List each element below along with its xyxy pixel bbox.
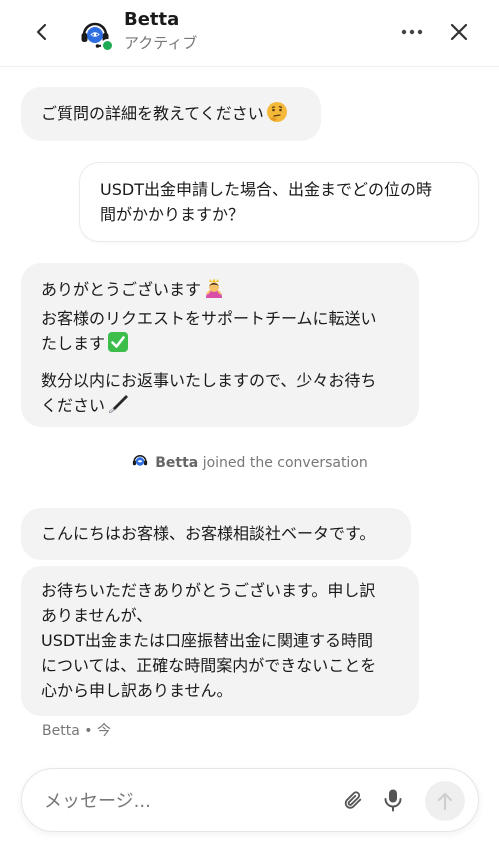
thinking-face-icon: [266, 101, 288, 130]
bot-message: ご質問の詳細を教えてください: [21, 87, 321, 141]
back-button[interactable]: [30, 20, 54, 44]
join-notice: Betta joined the conversation: [0, 452, 499, 474]
fountain-pen-icon: [107, 393, 129, 422]
chevron-left-icon: [36, 23, 47, 41]
check-mark-button-icon: [107, 331, 129, 360]
message-line: 間がかかりますか？: [100, 205, 245, 224]
bot-message: こんにちはお客様、お客様相談社ベータです。: [21, 508, 411, 560]
join-notice-name: Betta: [155, 455, 199, 471]
arrow-up-icon: [437, 792, 453, 811]
message-line: たします: [41, 334, 106, 353]
message-line: 数分以内にお返事いたしますので、少々お待ち: [41, 371, 377, 390]
message-meta: Betta • 今: [42, 720, 111, 740]
meta-time: 今: [96, 723, 111, 739]
message-line: USDT出金申請した場合、出金までどの位の時: [100, 180, 432, 199]
message-line: ありませんが、: [41, 606, 153, 625]
message-line: については、正確な時間案内ができないことを: [41, 656, 377, 675]
message-line: こんにちはお客様、お客様相談社ベータです。: [41, 524, 376, 543]
close-button[interactable]: [447, 20, 471, 44]
online-status-dot: [101, 39, 114, 52]
message-line: ください: [41, 396, 106, 415]
headset-agent-icon: [131, 452, 149, 474]
chat-header: Betta アクティブ: [0, 0, 499, 67]
join-notice-text: joined the conversation: [202, 455, 368, 471]
agent-name: Betta: [124, 9, 180, 30]
message-line: お客様のリクエストをサポートチームに転送い: [41, 309, 377, 328]
message-input[interactable]: [42, 785, 326, 817]
bot-message: お待ちいただきありがとうございます。申し訳 ありませんが、 USDT出金または口…: [21, 566, 419, 716]
more-options-button[interactable]: [399, 20, 425, 44]
bot-message: ありがとうございます お客様のリクエストをサポートチームに転送い たします 数分…: [21, 263, 419, 427]
voice-button[interactable]: [382, 788, 404, 812]
message-line: ありがとうございます: [41, 280, 202, 299]
more-horizontal-icon: [401, 29, 423, 35]
microphone-icon: [384, 789, 402, 812]
message-composer: [21, 768, 479, 832]
message-line: 心から申し訳ありません。: [41, 681, 233, 700]
message-line: USDT出金または口座振替出金に関連する時間: [41, 631, 373, 650]
message-line: ご質問の詳細を教えてください: [41, 104, 264, 123]
close-icon: [450, 23, 468, 41]
paperclip-icon: [344, 791, 362, 809]
meta-separator: •: [84, 723, 93, 739]
attach-button[interactable]: [342, 789, 364, 811]
user-message: USDT出金申請した場合、出金までどの位の時 間がかかりますか？: [79, 162, 479, 242]
bowing-person-icon: [203, 277, 225, 306]
send-button[interactable]: [425, 781, 465, 821]
message-line: お待ちいただきありがとうございます。申し訳: [41, 581, 376, 600]
meta-sender: Betta: [42, 723, 80, 739]
agent-status: アクティブ: [124, 34, 198, 52]
agent-avatar: [78, 17, 114, 52]
